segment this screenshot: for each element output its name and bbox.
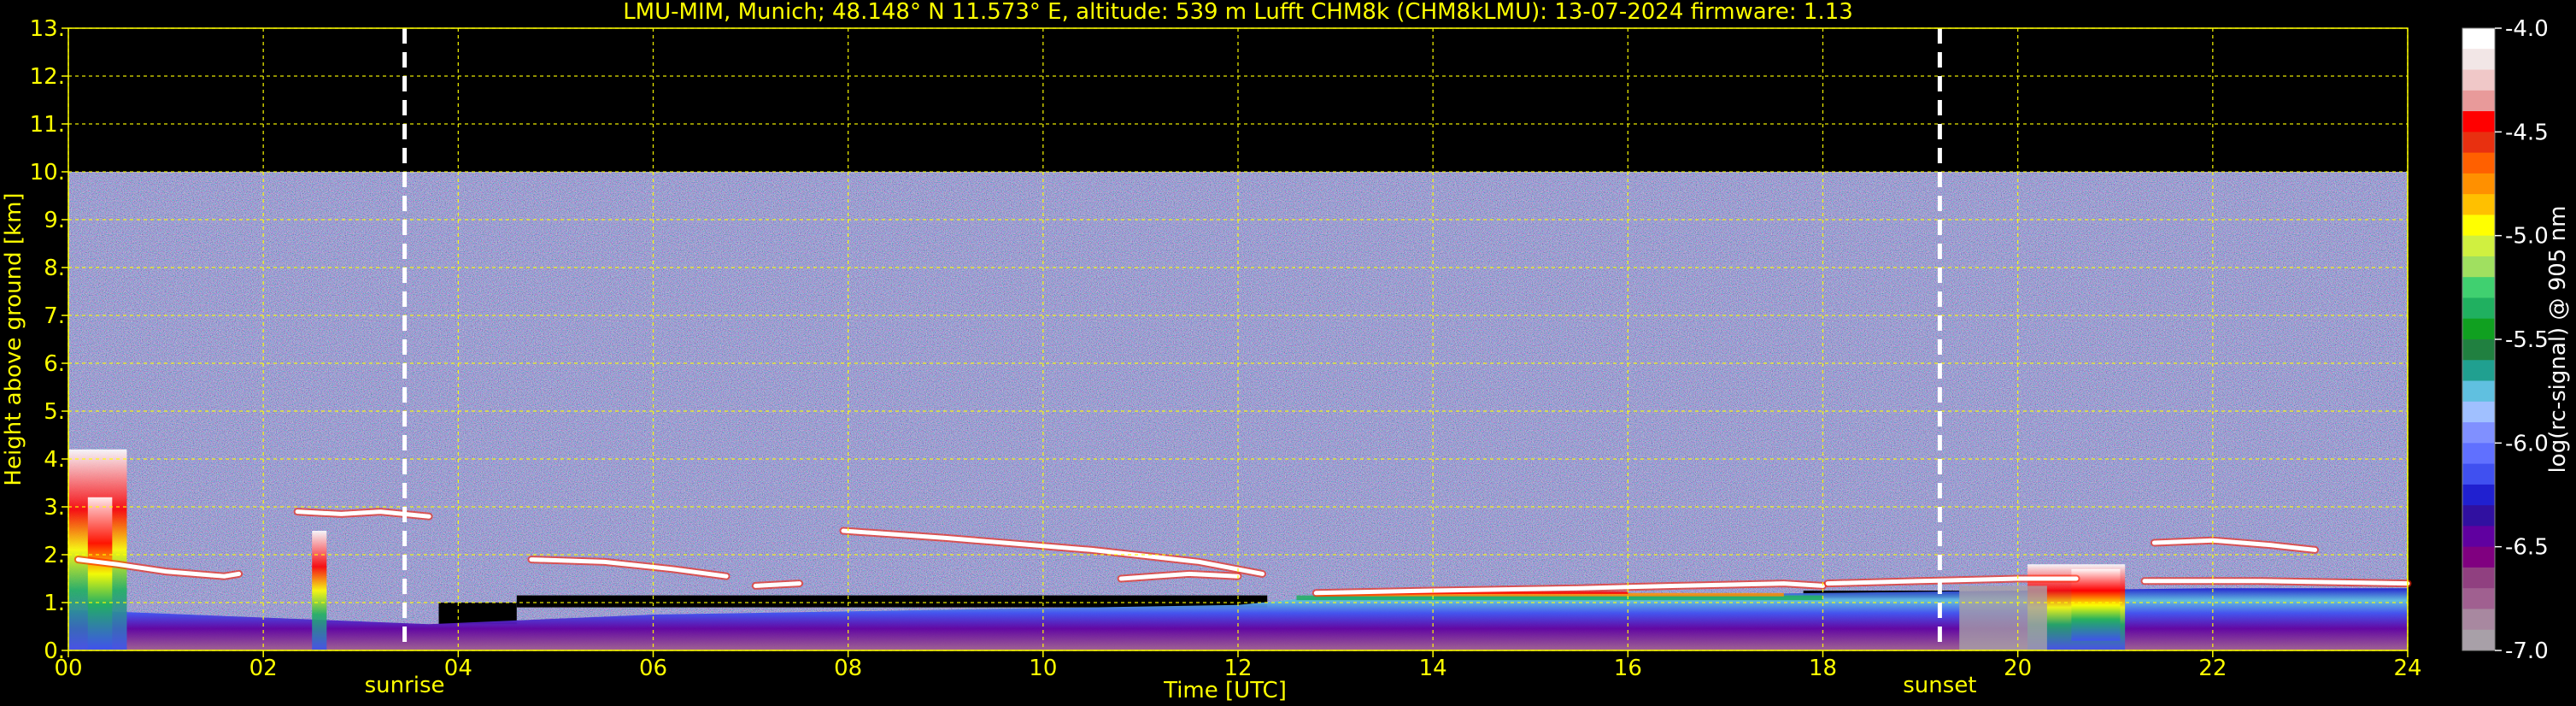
- colorbar-swatch: [2462, 588, 2495, 609]
- colorbar-swatch: [2462, 215, 2495, 237]
- colorbar-swatch: [2462, 422, 2495, 444]
- colorbar-swatch: [2462, 546, 2495, 568]
- x-tick-label: 08: [834, 656, 862, 681]
- chart-title: LMU-MIM, Munich; 48.148° N 11.573° E, al…: [623, 0, 1853, 25]
- colorbar-swatch: [2462, 256, 2495, 278]
- colorbar-tick-label: -5.0: [2505, 224, 2549, 250]
- y-tick-label: 11.: [30, 112, 65, 138]
- colorbar-tick-label: -6.5: [2505, 535, 2549, 561]
- y-tick-label: 4.: [44, 447, 65, 473]
- x-tick-label: 10: [1029, 656, 1057, 681]
- colorbar-swatch: [2462, 297, 2495, 320]
- y-tick-label: 9.: [44, 208, 65, 233]
- colorbar-swatch: [2462, 443, 2495, 465]
- colorbar-swatch: [2462, 49, 2495, 71]
- signal-gap: [516, 595, 1268, 608]
- colorbar-swatch: [2462, 484, 2495, 506]
- precipitation-plume: [312, 531, 327, 650]
- x-tick-label: 14: [1419, 656, 1447, 681]
- x-tick-label: 06: [639, 656, 667, 681]
- y-axis-label: Height above ground [km]: [1, 192, 26, 485]
- colorbar-swatch: [2462, 360, 2495, 382]
- x-tick-label: 24: [2393, 656, 2421, 681]
- colorbar-swatch: [2462, 526, 2495, 548]
- y-tick-label: 5.: [44, 399, 65, 425]
- x-tick-label: 20: [2004, 656, 2032, 681]
- colorbar-swatch: [2462, 505, 2495, 527]
- x-tick-label: 22: [2198, 656, 2227, 681]
- colorbar-swatch: [2462, 28, 2495, 50]
- colorbar-swatch: [2462, 90, 2495, 112]
- precipitation-plume: [1959, 585, 2047, 650]
- colorbar-label: log(rc-signal) @ 905 nm: [2545, 206, 2571, 474]
- colorbar-swatch: [2462, 235, 2495, 257]
- x-tick-label: 18: [1809, 656, 1837, 681]
- colorbar-swatch: [2462, 380, 2495, 403]
- colorbar-tick-label: -4.5: [2505, 120, 2549, 145]
- colorbar-swatch: [2462, 401, 2495, 423]
- y-tick-label: 12.: [30, 64, 65, 90]
- x-tick-label: 16: [1614, 656, 1642, 681]
- x-axis-label: Time [UTC]: [1163, 678, 1287, 703]
- colorbar-swatch: [2462, 277, 2495, 298]
- colorbar-swatch: [2462, 339, 2495, 361]
- colorbar-tick-label: -4.0: [2505, 16, 2549, 42]
- y-tick-label: 3.: [44, 495, 65, 521]
- x-tick-label: 02: [249, 656, 278, 681]
- colorbar-tick-label: -6.0: [2505, 431, 2549, 456]
- sunset-label: sunset: [1903, 673, 1976, 698]
- colorbar-swatch: [2462, 463, 2495, 485]
- colorbar-swatch: [2462, 318, 2495, 340]
- colorbar-swatch: [2462, 111, 2495, 132]
- y-tick-label: 0.: [44, 638, 65, 664]
- precipitation-plume: [87, 497, 113, 650]
- y-tick-label: 1.: [44, 591, 65, 616]
- cloud-layer: [2142, 579, 2410, 586]
- sunrise-label: sunrise: [365, 673, 445, 698]
- y-tick-label: 10.: [30, 160, 65, 185]
- y-tick-label: 7.: [44, 303, 65, 329]
- colorbar-swatch: [2462, 609, 2495, 631]
- colorbar-swatch: [2462, 567, 2495, 589]
- colorbar-swatch: [2462, 629, 2495, 651]
- colorbar-swatch: [2462, 69, 2495, 91]
- y-tick-label: 6.: [44, 351, 65, 377]
- colorbar-tick-label: -5.5: [2505, 327, 2549, 353]
- y-tick-label: 8.: [44, 256, 65, 281]
- ceilometer-chart: LMU-MIM, Munich; 48.148° N 11.573° E, al…: [1, 0, 2571, 703]
- colorbar-swatch: [2462, 173, 2495, 195]
- colorbar-tick-label: -7.0: [2505, 638, 2549, 664]
- y-tick-label: 13.: [30, 16, 65, 42]
- y-tick-label: 2.: [44, 543, 65, 568]
- cloud-layer: [753, 581, 802, 588]
- colorbar-swatch: [2462, 152, 2495, 174]
- x-tick-label: 04: [444, 656, 472, 681]
- colorbar-swatch: [2462, 132, 2495, 154]
- colorbar-swatch: [2462, 194, 2495, 215]
